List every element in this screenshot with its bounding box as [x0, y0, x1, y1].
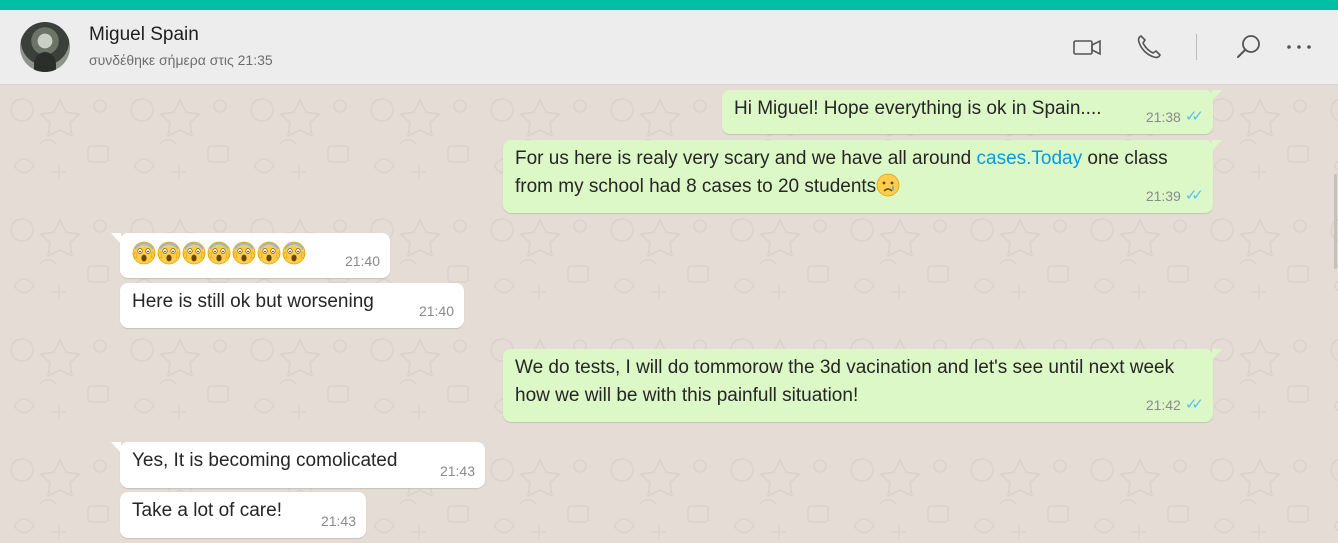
- chat-area[interactable]: Hi Miguel! Hope everything is ok in Spai…: [0, 86, 1338, 543]
- message-meta: 21:40: [419, 297, 454, 325]
- face-screaming-in-fear-icon: [282, 241, 306, 265]
- emoji-sequence: [132, 238, 378, 265]
- message-text: For us here is realy very scary and we h…: [515, 148, 977, 169]
- message-meta: 21:43: [321, 507, 356, 535]
- message-time: 21:42: [1145, 397, 1181, 413]
- message-bubble-incoming[interactable]: Here is still ok but worsening 21:40: [120, 283, 464, 328]
- crying-face-icon: [876, 173, 900, 197]
- bubble-tail: [111, 233, 121, 244]
- message-time: 21:38: [1145, 109, 1181, 125]
- message-meta: 21:40: [345, 247, 380, 275]
- chat-scrollbar[interactable]: [1332, 86, 1338, 543]
- top-accent-strip: [0, 0, 1338, 10]
- message-text: Take a lot of care!: [132, 500, 282, 521]
- message-link[interactable]: cases.Today: [977, 148, 1083, 169]
- message-bubble-incoming[interactable]: 21:40: [111, 233, 390, 278]
- message-bubble-incoming[interactable]: Take a lot of care! 21:43: [120, 492, 366, 538]
- search-icon[interactable]: [1234, 32, 1264, 62]
- bubble-tail: [1212, 90, 1222, 101]
- bubble-tail: [1212, 349, 1222, 360]
- message-bubble-incoming[interactable]: Yes, It is becoming comolicated 21:43: [111, 442, 485, 488]
- avatar[interactable]: [20, 22, 70, 72]
- message-text: Yes, It is becoming comolicated: [132, 450, 398, 471]
- bubble-tail: [1212, 140, 1222, 151]
- chat-header: Miguel Spain συνδέθηκε σήμερα στις 21:35: [0, 10, 1338, 85]
- face-screaming-in-fear-icon: [257, 241, 281, 265]
- message-time: 21:40: [344, 253, 380, 269]
- contact-name[interactable]: Miguel Spain: [89, 24, 199, 46]
- message-meta: 21:39 ✓✓: [1145, 182, 1204, 210]
- face-screaming-in-fear-icon: [157, 241, 181, 265]
- message-text: We do tests, I will do tommorow the 3d v…: [515, 357, 1175, 406]
- message-time: 21:39: [1145, 188, 1181, 204]
- face-screaming-in-fear-icon: [182, 241, 206, 265]
- contact-status: συνδέθηκε σήμερα στις 21:35: [89, 52, 273, 68]
- voice-call-icon[interactable]: [1134, 32, 1164, 62]
- message-bubble-outgoing[interactable]: Hi Miguel! Hope everything is ok in Spai…: [722, 90, 1222, 134]
- scrollbar-thumb[interactable]: [1334, 174, 1337, 269]
- message-bubble-outgoing[interactable]: We do tests, I will do tommorow the 3d v…: [503, 349, 1222, 422]
- header-divider: [1196, 34, 1197, 60]
- read-receipt-icon: ✓✓: [1184, 187, 1204, 204]
- read-receipt-icon: ✓✓: [1184, 108, 1204, 125]
- more-options-icon[interactable]: [1284, 32, 1314, 62]
- message-text: Here is still ok but worsening: [132, 291, 374, 312]
- message-meta: 21:43: [440, 457, 475, 485]
- face-screaming-in-fear-icon: [132, 241, 156, 265]
- message-bubble-outgoing[interactable]: For us here is realy very scary and we h…: [503, 140, 1222, 213]
- read-receipt-icon: ✓✓: [1184, 396, 1204, 413]
- face-screaming-in-fear-icon: [232, 241, 256, 265]
- message-meta: 21:38 ✓✓: [1145, 103, 1204, 131]
- message-time: 21:43: [439, 463, 475, 479]
- face-screaming-in-fear-icon: [207, 241, 231, 265]
- bubble-tail: [111, 442, 121, 453]
- message-meta: 21:42 ✓✓: [1145, 391, 1204, 419]
- message-time: 21:40: [418, 303, 454, 319]
- message-text: Hi Miguel! Hope everything is ok in Spai…: [734, 98, 1102, 119]
- video-call-icon[interactable]: [1072, 32, 1102, 62]
- message-time: 21:43: [320, 513, 356, 529]
